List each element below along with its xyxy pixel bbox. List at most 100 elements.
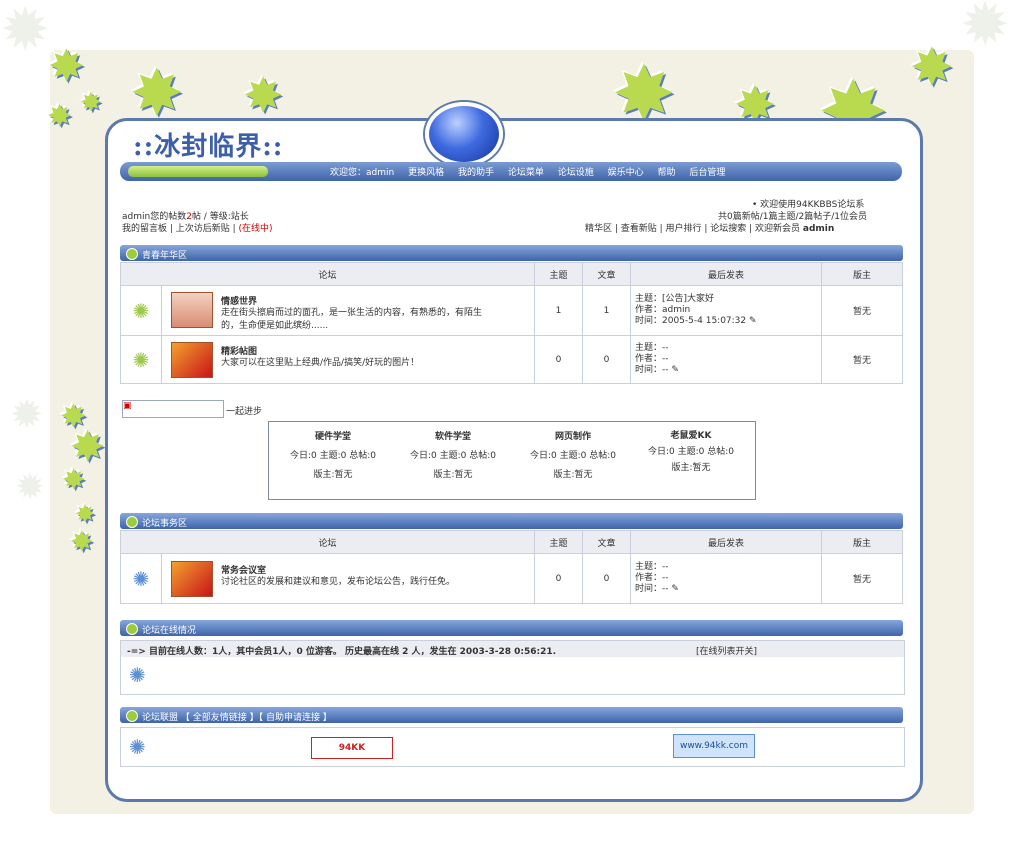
partner-link-banner[interactable]: www.94kk.com [673, 734, 755, 758]
last-post-cell: 主题：[公告]大家好 作者：admin 时间：2005-5-4 15:07:32… [630, 285, 822, 336]
nav-item-assistant[interactable]: 我的助手 [458, 168, 494, 178]
section-dot-icon [126, 516, 138, 528]
forum-status-icon: ✺ [132, 298, 150, 323]
sub-forum-stats: 今日:0 主题:0 总帖:0 [290, 451, 376, 461]
forum-avatar-image [171, 292, 213, 328]
sub-forum-box: 硬件学堂 今日:0 主题:0 总帖:0 版主:暂无 软件学堂 今日:0 主题:0… [268, 421, 756, 500]
quick-links: 精华区 | 查看新贴 | 用户排行 | 论坛搜索 | 欢迎新会员 admin [585, 221, 834, 234]
pencil-icon[interactable]: ✎ [749, 316, 757, 326]
nav-item-entertainment[interactable]: 娱乐中心 [608, 168, 644, 178]
star-icon: ✸ [62, 463, 86, 496]
last-post-time: 时间：-- ✎ [635, 584, 679, 594]
col-forum: 论坛 [120, 262, 535, 286]
forum-name[interactable]: 情感世界 [163, 294, 533, 307]
star-icon: ✸ [47, 99, 73, 134]
nav-item-admin[interactable]: 后台管理 [689, 168, 725, 178]
last-post-time: 时间：-- ✎ [635, 365, 679, 375]
partner-link-94kk[interactable]: 94KK [311, 737, 393, 759]
table-header-row: 论坛 主题 文章 最后发表 版主 [120, 262, 903, 286]
sub-forum-hardware: 硬件学堂 今日:0 主题:0 总帖:0 版主:暂无 [273, 428, 393, 485]
section-title: 论坛事务区 [142, 519, 188, 529]
section-title: 青春年华区 [142, 251, 188, 261]
broken-image-icon: ▣ [123, 401, 132, 411]
pencil-icon[interactable]: ✎ [671, 365, 679, 375]
star-icon: ✸ [80, 88, 102, 118]
moderator: 暂无 [821, 285, 903, 336]
orb-decoration [425, 102, 503, 166]
col-posts: 文章 [582, 530, 631, 554]
gear-icon: ✺ [129, 663, 146, 687]
forum-table-affairs: 论坛 主题 文章 最后发表 版主 ✺ 常务会议室 讨论社区的发展和建议和意见，发… [120, 530, 903, 604]
col-last-post: 最后发表 [630, 530, 822, 554]
user-links[interactable]: 我的留言板 | 上次访后新贴 | [122, 224, 239, 234]
last-post-cell: 主题：-- 作者：-- 时间：-- ✎ [630, 335, 822, 384]
forum-status-icon: ✺ [132, 566, 150, 591]
pencil-icon[interactable]: ✎ [671, 584, 679, 594]
forum-description: 讨论社区的发展和建议和意见，发布论坛公告，践行任免。 [221, 576, 456, 587]
col-topics: 主题 [534, 530, 583, 554]
forum-info-cell: 情感世界 走在街头擦肩而过的面孔，是一张生活的内容，有熟悉的，有陌生的，生命便是… [161, 285, 535, 336]
topic-count: 0 [534, 335, 583, 384]
col-forum: 论坛 [120, 530, 535, 554]
nav-item-style[interactable]: 更换风格 [408, 168, 444, 178]
star-icon: ✸ [243, 68, 284, 124]
post-count: 0 [582, 335, 631, 384]
moderator: 暂无 [821, 553, 903, 604]
last-post-time: 时间：2005-5-4 15:07:32 ✎ [635, 316, 757, 326]
main-nav: 欢迎您：admin 更换风格 我的助手 论坛菜单 论坛设施 娱乐中心 帮助 后台… [120, 162, 902, 181]
forum-name[interactable]: 精彩帖图 [163, 344, 533, 357]
sub-forum-name[interactable]: 老鼠爱KK [633, 428, 749, 444]
sub-forum-webdesign: 网页制作 今日:0 主题:0 总帖:0 版主:暂无 [513, 428, 633, 485]
last-post-topic: 主题：-- [635, 562, 669, 572]
post-count: 0 [582, 553, 631, 604]
online-list-toggle[interactable]: [在线列表开关] [696, 644, 757, 657]
star-icon: ✸ [130, 57, 184, 131]
star-icon: ✸ [70, 525, 94, 558]
topic-count: 1 [534, 285, 583, 336]
new-member-name[interactable]: admin [803, 224, 834, 234]
nav-item-welcome[interactable]: 欢迎您：admin [330, 168, 394, 178]
background-star-icon: ✹ [960, 0, 1011, 60]
section-title: 论坛在线情况 [142, 626, 197, 636]
section-header-affairs[interactable]: 论坛事务区 [120, 513, 903, 529]
moderator: 暂无 [821, 335, 903, 384]
nav-accent [128, 166, 268, 177]
sub-forum-name[interactable]: 硬件学堂 [273, 428, 393, 447]
star-icon: ✸ [70, 422, 106, 471]
section-header-links[interactable]: 论坛联盟 【 全部友情链接 】【 自助申请连接 】 [120, 707, 903, 723]
sub-forum-mod: 版主:暂无 [671, 463, 711, 473]
nav-item-help[interactable]: 帮助 [658, 168, 676, 178]
col-last-post: 最后发表 [630, 262, 822, 286]
last-post-topic: 主题：-- [635, 343, 669, 353]
sub-forum-mod: 版主:暂无 [433, 470, 473, 480]
col-moderator: 版主 [821, 262, 903, 286]
group-label: 一起进步 [226, 407, 263, 417]
sub-forum-software: 软件学堂 今日:0 主题:0 总帖:0 版主:暂无 [393, 428, 513, 485]
forum-table-youth: 论坛 主题 文章 最后发表 版主 ✺ 情感世界 走在街头擦肩而过的面孔，是一张生… [120, 262, 903, 384]
quick-links-text[interactable]: 精华区 | 查看新贴 | 用户排行 | 论坛搜索 | 欢迎新会员 [585, 224, 803, 234]
nav-item-menu[interactable]: 论坛菜单 [508, 168, 544, 178]
sub-forum-name[interactable]: 网页制作 [513, 428, 633, 447]
sub-forum-stats: 今日:0 主题:0 总帖:0 [410, 451, 496, 461]
user-info-line2: 我的留言板 | 上次访后新贴 | (在线中) [122, 221, 273, 234]
section-header-youth[interactable]: 青春年华区 [120, 245, 903, 261]
online-panel: -=> 目前在线人数：1人，其中会员1人，0 位游客。 历史最高在线 2 人，发… [120, 640, 905, 695]
col-posts: 文章 [582, 262, 631, 286]
background-star-icon: ✹ [15, 467, 46, 508]
forum-status-cell: ✺ [120, 285, 162, 336]
nav-items: 欢迎您：admin 更换风格 我的助手 论坛菜单 论坛设施 娱乐中心 帮助 后台… [330, 165, 736, 178]
last-post-author[interactable]: 作者：admin [635, 305, 820, 316]
section-title[interactable]: 论坛联盟 【 全部友情链接 】【 自助申请连接 】 [142, 710, 332, 723]
site-logo[interactable]: ::冰封临界:: [133, 126, 283, 163]
online-status: (在线中) [238, 224, 273, 234]
forum-name[interactable]: 常务会议室 [163, 563, 533, 576]
sub-forum-stats: 今日:0 主题:0 总帖:0 [530, 451, 616, 461]
star-icon: ✸ [48, 41, 85, 92]
star-icon: ✸ [910, 38, 954, 98]
sub-forum-name[interactable]: 软件学堂 [393, 428, 513, 447]
section-header-online[interactable]: 论坛在线情况 [120, 620, 903, 636]
nav-item-facilities[interactable]: 论坛设施 [558, 168, 594, 178]
table-row: ✺ 精彩帖图 大家可以在这里贴上经典/作品/搞笑/好玩的图片！ 0 0 主题：-… [120, 335, 903, 384]
last-post-topic[interactable]: 主题：[公告]大家好 [635, 294, 820, 305]
gear-icon: ✺ [129, 735, 146, 759]
